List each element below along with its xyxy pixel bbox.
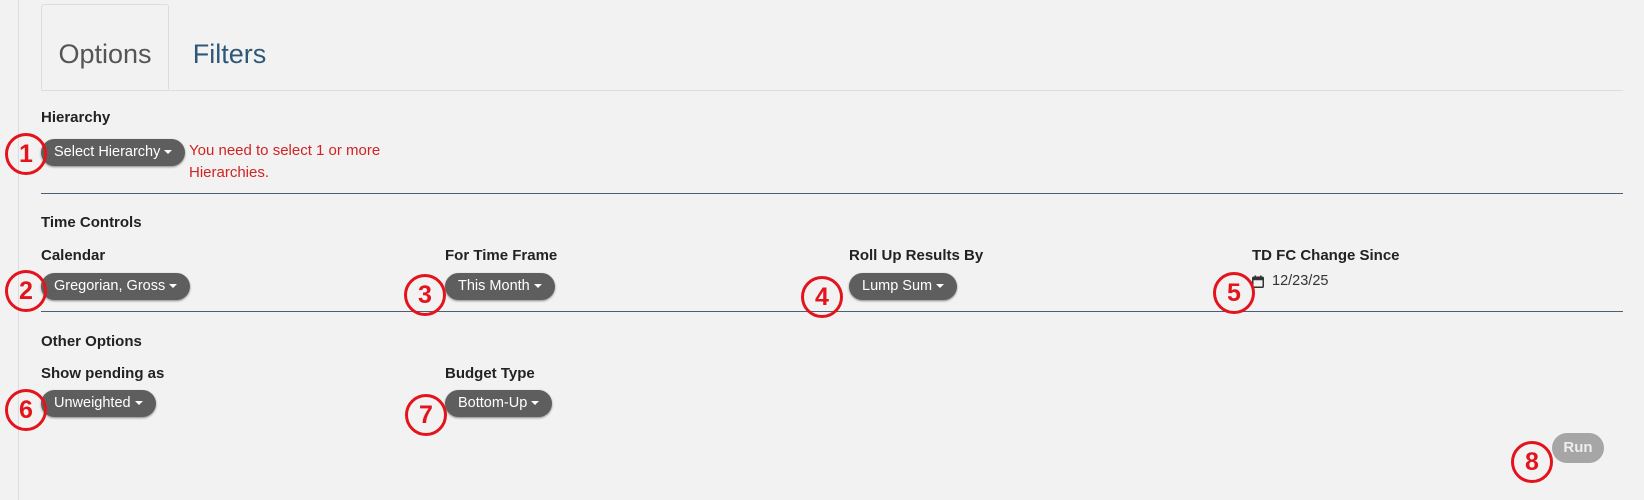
other-options-section-title: Other Options bbox=[41, 333, 142, 350]
calendar-value: Gregorian, Gross bbox=[54, 278, 166, 294]
run-button[interactable]: Run bbox=[1552, 433, 1604, 463]
select-hierarchy-dropdown[interactable]: Select Hierarchy bbox=[41, 139, 186, 166]
roll-up-label: Roll Up Results By bbox=[849, 247, 984, 264]
caret-down-icon bbox=[936, 284, 945, 289]
hierarchy-error-message: You need to select 1 or more Hierarchies… bbox=[189, 142, 381, 181]
tab-filters[interactable]: Filters bbox=[172, 4, 287, 90]
time-frame-label: For Time Frame bbox=[445, 247, 558, 264]
show-pending-value: Unweighted bbox=[54, 395, 131, 411]
annotation-marker-2: 2 bbox=[5, 270, 47, 312]
caret-down-icon bbox=[164, 150, 173, 155]
calendar-dropdown[interactable]: Gregorian, Gross bbox=[41, 273, 191, 300]
annotation-marker-5: 5 bbox=[1213, 272, 1255, 314]
section-divider bbox=[41, 311, 1623, 312]
tab-options[interactable]: Options bbox=[41, 4, 169, 90]
annotation-marker-7: 7 bbox=[405, 394, 447, 436]
time-frame-dropdown[interactable]: This Month bbox=[445, 273, 555, 300]
caret-down-icon bbox=[134, 401, 143, 406]
roll-up-dropdown[interactable]: Lump Sum bbox=[849, 273, 958, 300]
caret-down-icon bbox=[533, 284, 542, 289]
hierarchy-section-title: Hierarchy bbox=[41, 109, 111, 126]
budget-type-dropdown[interactable]: Bottom-Up bbox=[445, 390, 553, 417]
select-hierarchy-label: Select Hierarchy bbox=[54, 144, 161, 160]
budget-type-label: Budget Type bbox=[445, 365, 535, 382]
roll-up-value: Lump Sum bbox=[862, 278, 933, 294]
annotation-marker-8: 8 bbox=[1511, 441, 1553, 483]
caret-down-icon bbox=[169, 284, 178, 289]
time-frame-value: This Month bbox=[458, 278, 530, 294]
show-pending-dropdown[interactable]: Unweighted bbox=[41, 390, 156, 417]
tab-bar: Options Filters bbox=[41, 4, 1623, 91]
section-divider bbox=[41, 193, 1623, 194]
budget-type-value: Bottom-Up bbox=[458, 395, 528, 411]
caret-down-icon bbox=[531, 401, 540, 406]
show-pending-label: Show pending as bbox=[41, 365, 165, 382]
td-fc-change-label: TD FC Change Since bbox=[1252, 247, 1400, 264]
td-fc-change-date-value: 12/23/25 bbox=[1272, 273, 1329, 289]
annotation-marker-3: 3 bbox=[404, 274, 446, 316]
page-left-border bbox=[18, 0, 19, 500]
td-fc-change-date-field[interactable]: 12/23/25 bbox=[1252, 270, 1328, 292]
annotation-marker-6: 6 bbox=[5, 389, 47, 431]
calendar-label: Calendar bbox=[41, 247, 106, 264]
calendar-icon bbox=[1252, 273, 1272, 289]
time-controls-section-title: Time Controls bbox=[41, 214, 142, 231]
